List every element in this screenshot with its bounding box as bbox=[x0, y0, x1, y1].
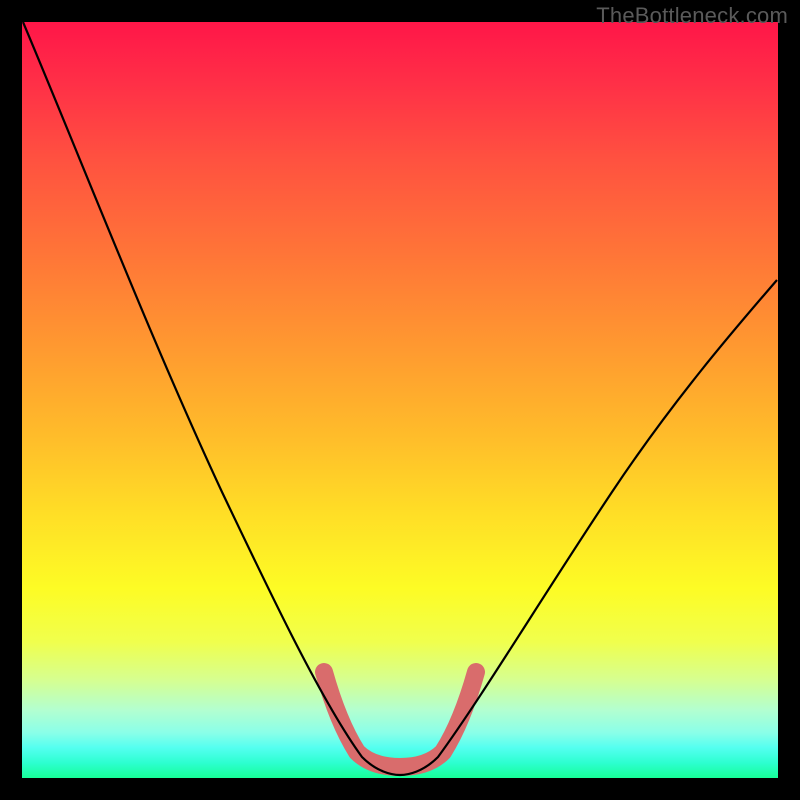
chart-plot-area bbox=[22, 22, 778, 778]
watermark-text: TheBottleneck.com bbox=[596, 3, 788, 29]
bottleneck-band bbox=[324, 672, 476, 767]
chart-frame: TheBottleneck.com bbox=[0, 0, 800, 800]
bottleneck-curve bbox=[23, 22, 777, 775]
chart-svg bbox=[22, 22, 778, 778]
